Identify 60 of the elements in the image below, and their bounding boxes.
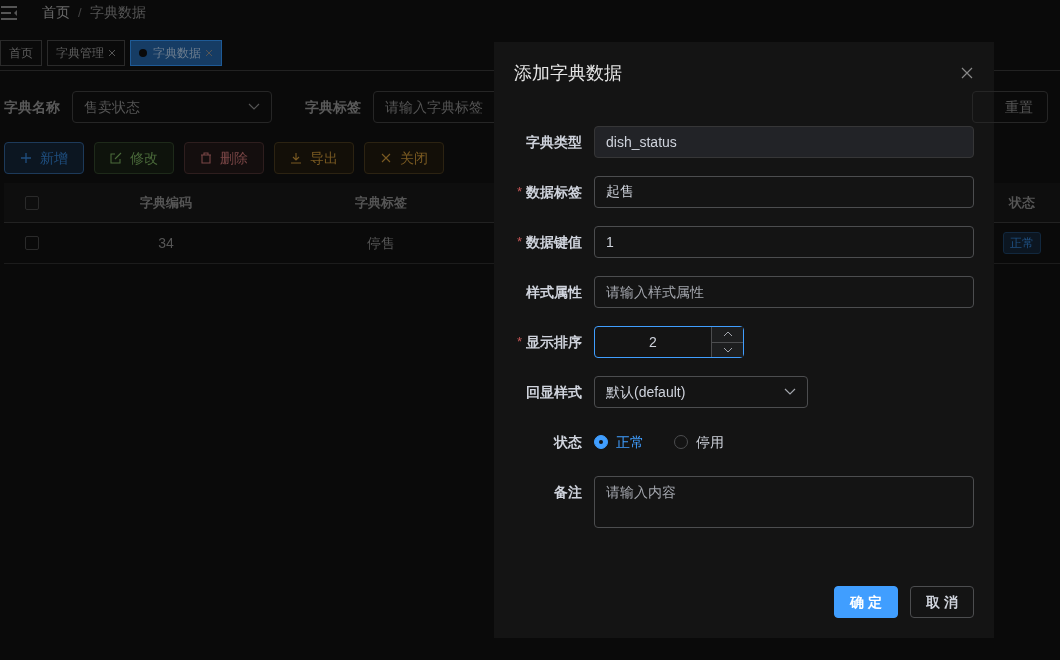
breadcrumb-link[interactable]: 首页 <box>42 2 70 23</box>
toolbar-button[interactable]: 新增 <box>4 142 84 174</box>
table-cell-text: 停售 <box>366 233 396 253</box>
input-field[interactable]: 请输入样式属性 <box>594 276 974 308</box>
tab[interactable]: 字典数据 <box>130 40 222 66</box>
required-mark: * <box>516 233 522 252</box>
dropdown-field[interactable]: 默认(default) <box>594 376 808 408</box>
toolbar-button[interactable]: 修改 <box>94 142 174 174</box>
field-label: 数据键值 <box>526 232 582 252</box>
radio-option[interactable]: 停用 <box>674 431 724 453</box>
toolbar-button[interactable]: 导出 <box>274 142 354 174</box>
required-mark: * <box>516 333 522 352</box>
field-label: 数据标签 <box>526 182 582 202</box>
increment-button[interactable] <box>712 327 743 343</box>
number-stepper[interactable]: 2 <box>594 326 744 358</box>
download-icon <box>290 152 302 164</box>
confirm-button[interactable]: 确 定 <box>834 586 898 618</box>
radio-button[interactable] <box>594 435 608 449</box>
chevron-down-icon <box>784 388 796 396</box>
toolbar-button[interactable]: 关闭 <box>364 142 444 174</box>
field-label: 字典名称 <box>4 97 60 117</box>
input-field[interactable]: 起售 <box>594 176 974 208</box>
checkbox[interactable] <box>25 236 39 250</box>
field-label: 字典类型 <box>526 132 582 152</box>
chevron-up-icon <box>722 331 733 338</box>
edit-icon <box>110 152 122 164</box>
breadcrumb-current: 字典数据 <box>89 3 146 22</box>
cancel-button[interactable]: 取 消 <box>910 586 974 618</box>
close-icon <box>380 152 392 164</box>
required-mark: * <box>516 183 522 202</box>
close-button[interactable] <box>960 66 974 80</box>
input-field[interactable]: 1 <box>594 226 974 258</box>
close-icon <box>205 49 213 57</box>
dropdown-field[interactable]: 售卖状态 <box>72 91 272 123</box>
checkbox[interactable] <box>25 195 39 210</box>
chevron-down-icon <box>248 103 260 111</box>
tab[interactable]: 首页 <box>0 40 42 66</box>
close-icon <box>961 67 973 79</box>
toolbar-button[interactable]: 删除 <box>184 142 264 174</box>
radio-option[interactable]: 正常 <box>594 431 644 453</box>
menu-icon <box>0 5 18 20</box>
field-label: 备注 <box>554 482 582 502</box>
text-area[interactable]: 请输入内容 <box>594 476 974 528</box>
table-cell-text: 34 <box>157 233 175 253</box>
field-label: 状态 <box>554 432 582 452</box>
column-header[interactable]: 字典标签 <box>284 192 478 213</box>
status-tag: 正常 <box>1003 232 1041 254</box>
field-label: 显示排序 <box>526 332 582 352</box>
column-header[interactable]: 字典编码 <box>48 192 284 213</box>
field-label: 回显样式 <box>526 382 582 402</box>
field-label: 字典标签 <box>305 97 361 117</box>
breadcrumb-separator: / <box>78 3 82 22</box>
tab[interactable]: 字典管理 <box>47 40 125 66</box>
field-label: 样式属性 <box>526 282 582 302</box>
chevron-down-icon <box>722 346 733 353</box>
close-icon <box>108 49 116 57</box>
reset-button[interactable]: 重置 <box>972 91 1048 123</box>
plus-icon <box>20 152 32 164</box>
dialog-title: 添加字典数据 <box>514 61 622 85</box>
trash-icon <box>200 152 212 164</box>
